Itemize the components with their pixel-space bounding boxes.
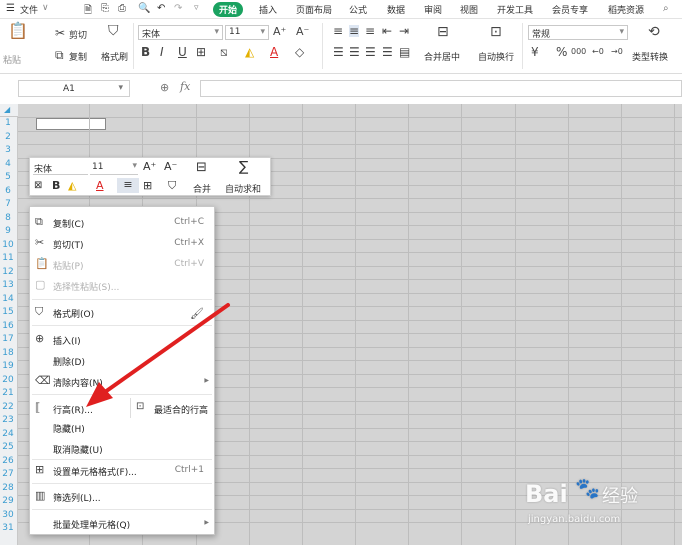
annotation-arrow xyxy=(86,303,230,407)
baidu-jingyan-watermark: Bai 🐾 经验 jingyan.baidu.com xyxy=(520,468,670,530)
watermark-url: jingyan.baidu.com xyxy=(528,514,621,525)
watermark-brand-suffix: 经验 xyxy=(602,486,638,507)
watermark-brand: Bai xyxy=(525,480,568,508)
paw-icon: 🐾 xyxy=(575,476,600,500)
